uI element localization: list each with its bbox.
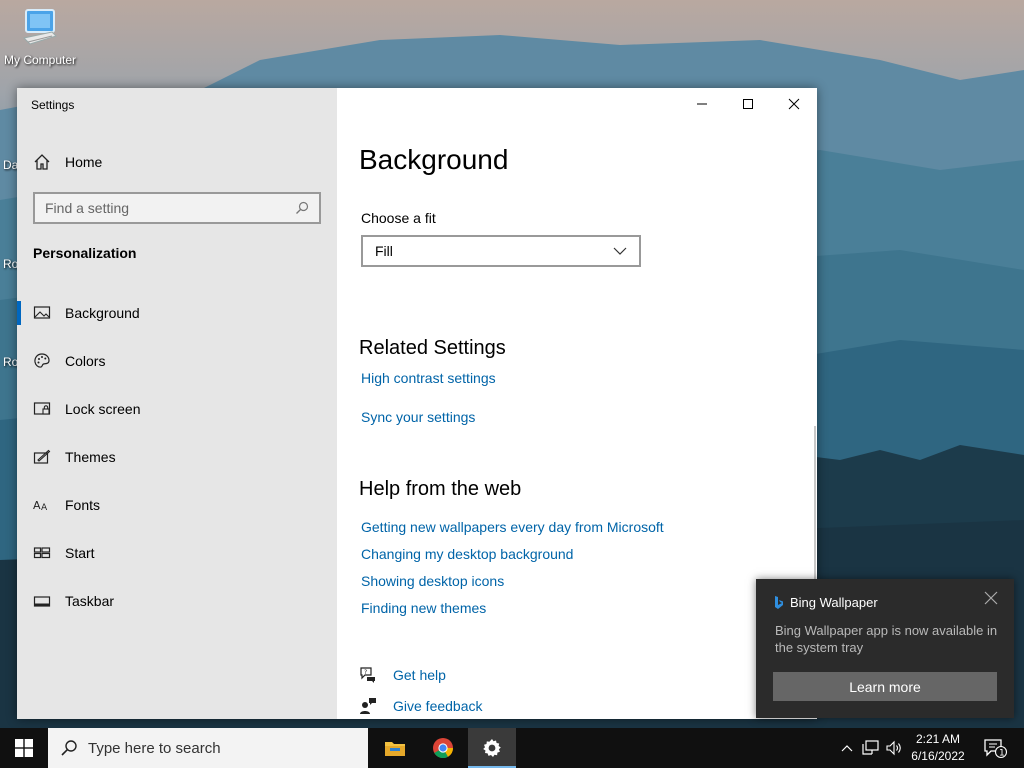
minimize-button[interactable]: [679, 88, 725, 120]
maximize-button[interactable]: [725, 88, 771, 120]
find-setting-search[interactable]: [33, 192, 321, 224]
related-settings-heading: Related Settings: [359, 337, 506, 359]
chrome-taskbar-button[interactable]: [419, 728, 467, 768]
computer-icon: [22, 9, 57, 45]
window-title: Settings: [31, 98, 75, 112]
network-icon: [862, 740, 879, 755]
minimize-icon: [697, 103, 707, 105]
choose-fit-dropdown[interactable]: Fill: [361, 235, 641, 267]
settings-content: Background Choose a fit Fill Related Set…: [337, 88, 817, 719]
lock-screen-icon: [33, 402, 51, 415]
sidebar-item-label: Themes: [65, 449, 116, 465]
choose-fit-label: Choose a fit: [361, 210, 436, 226]
close-icon: [984, 591, 998, 605]
sidebar-item-start[interactable]: Start: [17, 529, 337, 577]
page-title: Background: [359, 144, 509, 175]
sidebar-item-label: Start: [65, 545, 95, 561]
close-button[interactable]: [771, 88, 817, 120]
file-explorer-taskbar-button[interactable]: [371, 728, 419, 768]
toast-app-header: Bing Wallpaper: [774, 595, 878, 610]
settings-taskbar-button[interactable]: [468, 728, 516, 768]
svg-text:?: ?: [364, 669, 367, 676]
give-feedback-label: Give feedback: [393, 698, 483, 714]
clock-time: 2:21 AM: [915, 732, 961, 746]
fonts-icon: A A: [33, 499, 48, 513]
picture-icon: [33, 306, 51, 319]
help-chat-icon: ?: [360, 667, 375, 683]
choose-fit-value: Fill: [375, 243, 393, 259]
speaker-icon: [886, 740, 901, 756]
sidebar-item-label: Lock screen: [65, 401, 141, 417]
sidebar-item-colors[interactable]: Colors: [17, 337, 337, 385]
taskbar-clock[interactable]: 2:21 AM 6/16/2022: [906, 731, 970, 765]
svg-text:A: A: [33, 499, 41, 512]
chrome-icon: [433, 738, 454, 759]
toast-app-name: Bing Wallpaper: [790, 595, 878, 610]
get-help-label: Get help: [393, 667, 446, 683]
taskbar: Type here to search 2:21 AM 6/16/2022 1: [0, 728, 1024, 768]
toast-close-button[interactable]: [984, 591, 1004, 611]
toast-message: Bing Wallpaper app is now available in t…: [775, 623, 998, 655]
svg-text:A: A: [41, 503, 48, 513]
maximize-icon: [743, 99, 753, 109]
sync-settings-link[interactable]: Sync your settings: [361, 409, 475, 425]
sidebar-item-label: Background: [65, 305, 140, 321]
home-nav-item[interactable]: Home: [33, 150, 102, 174]
network-tray-button[interactable]: [860, 728, 882, 768]
bing-logo-icon: [775, 595, 783, 609]
action-center-button[interactable]: 1: [978, 728, 1012, 768]
settings-sidebar: Settings Home Personalization Background: [17, 88, 337, 719]
clock-date: 6/16/2022: [911, 749, 965, 763]
sidebar-item-label: Fonts: [65, 497, 101, 513]
home-icon: [34, 154, 50, 170]
help-link[interactable]: Finding new themes: [361, 600, 486, 616]
section-title: Personalization: [33, 245, 137, 261]
sidebar-item-taskbar[interactable]: Taskbar: [17, 577, 337, 625]
notification-icon: 1: [984, 739, 1007, 759]
notification-count: 1: [999, 749, 1005, 759]
learn-more-button[interactable]: Learn more: [773, 672, 997, 701]
feedback-icon: [360, 698, 376, 714]
start-button[interactable]: [0, 728, 48, 768]
my-computer-desktop-icon[interactable]: My Computer: [2, 8, 78, 67]
taskbar-search-placeholder: Type here to search: [88, 739, 221, 757]
help-web-heading: Help from the web: [359, 478, 522, 500]
sidebar-item-fonts[interactable]: A A Fonts: [17, 481, 337, 529]
themes-icon: [33, 449, 51, 464]
search-icon: [296, 201, 309, 214]
palette-icon: [34, 353, 50, 368]
get-help-link[interactable]: ? Get help: [359, 666, 446, 684]
start-icon: [33, 547, 51, 559]
desktop-icon-label: My Computer: [3, 53, 77, 67]
give-feedback-link[interactable]: Give feedback: [359, 697, 483, 715]
gear-icon: [483, 739, 501, 757]
volume-tray-button[interactable]: [884, 728, 906, 768]
search-icon: [61, 740, 77, 756]
sidebar-item-label: Colors: [65, 353, 106, 369]
chevron-up-icon: [841, 745, 853, 752]
sidebar-item-label: Taskbar: [65, 593, 115, 609]
high-contrast-link[interactable]: High contrast settings: [361, 370, 496, 386]
bing-wallpaper-toast: Bing Wallpaper Bing Wallpaper app is now…: [756, 579, 1014, 718]
folder-icon: [385, 742, 405, 756]
personalization-nav: Background Colors Lock screen Themes A A…: [17, 289, 337, 625]
home-label: Home: [65, 154, 103, 170]
sidebar-item-background[interactable]: Background: [17, 289, 337, 337]
sidebar-item-themes[interactable]: Themes: [17, 433, 337, 481]
find-setting-input[interactable]: [45, 200, 295, 216]
help-link[interactable]: Showing desktop icons: [361, 573, 504, 589]
taskbar-search-box[interactable]: Type here to search: [48, 728, 368, 768]
taskbar-icon: [33, 596, 51, 607]
show-hidden-icons-button[interactable]: [836, 728, 858, 768]
settings-window: Settings Home Personalization Background: [17, 88, 817, 719]
sidebar-item-lock-screen[interactable]: Lock screen: [17, 385, 337, 433]
help-link[interactable]: Getting new wallpapers every day from Mi…: [361, 519, 664, 535]
chevron-down-icon: [613, 247, 627, 255]
help-link[interactable]: Changing my desktop background: [361, 546, 573, 562]
windows-logo-icon: [15, 739, 33, 757]
close-icon: [788, 98, 800, 110]
